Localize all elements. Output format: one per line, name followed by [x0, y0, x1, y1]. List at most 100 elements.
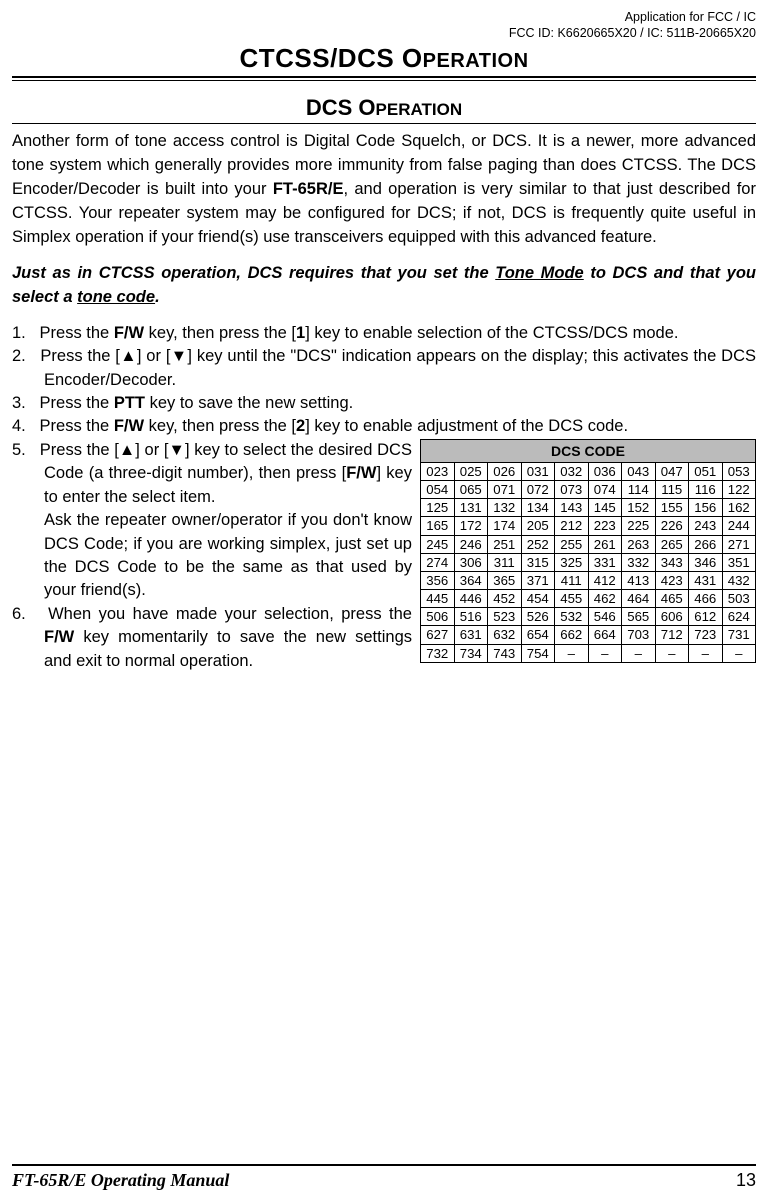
- note-paragraph: Just as in CTCSS operation, DCS requires…: [12, 262, 756, 310]
- t: key momentarily to save the new settings…: [44, 628, 412, 669]
- table-cell: 454: [521, 590, 555, 608]
- table-cell: 452: [488, 590, 522, 608]
- table-cell: 226: [655, 517, 689, 535]
- step-num: 5.: [12, 441, 26, 459]
- table-cell: 225: [622, 517, 656, 535]
- steps-list: 1. Press the F/W key, then press the [1]…: [12, 322, 756, 439]
- page-title: CTCSS/DCS OPERATION: [12, 43, 756, 74]
- table-cell: 754: [521, 644, 555, 662]
- down-icon: ▼: [168, 441, 185, 459]
- table-cell: 565: [622, 608, 656, 626]
- table-cell: 156: [689, 499, 723, 517]
- table-cell: 053: [722, 462, 756, 480]
- table-cell: 145: [588, 499, 622, 517]
- table-cell: 271: [722, 535, 756, 553]
- section-rule: [12, 123, 756, 124]
- footer: FT-65R/E Operating Manual 13: [12, 1164, 756, 1191]
- section-title: DCS OPERATION: [12, 95, 756, 121]
- table-cell: –: [555, 644, 589, 662]
- t: Press the [: [40, 347, 119, 365]
- table-cell: 032: [555, 462, 589, 480]
- page-title-part1: CTCSS/DCS O: [239, 43, 422, 73]
- table-cell: 031: [521, 462, 555, 480]
- step-2: 2. Press the [▲] or [▼] key until the "D…: [12, 345, 756, 392]
- step-num: 1.: [12, 324, 26, 342]
- table-cell: 503: [722, 590, 756, 608]
- t: key, then press the [: [144, 324, 296, 342]
- table-cell: 043: [622, 462, 656, 480]
- page-title-part2: PERATION: [423, 50, 529, 72]
- key-fw: F/W: [114, 324, 144, 342]
- section-title-part1: DCS O: [306, 95, 376, 120]
- table-cell: 212: [555, 517, 589, 535]
- table-cell: 466: [689, 590, 723, 608]
- table-cell: 624: [722, 608, 756, 626]
- step-4: 4. Press the F/W key, then press the [2]…: [12, 415, 756, 438]
- footer-rule: [12, 1164, 756, 1166]
- application-line: Application for FCC / IC: [12, 10, 756, 26]
- table-cell: 143: [555, 499, 589, 517]
- table-cell: 526: [521, 608, 555, 626]
- step-5: 5. Press the [▲] or [▼] key to select th…: [12, 439, 412, 509]
- table-cell: 036: [588, 462, 622, 480]
- dcs-code-table: DCS CODE 0230250260310320360430470510530…: [420, 439, 756, 663]
- table-cell: 263: [622, 535, 656, 553]
- table-cell: 371: [521, 571, 555, 589]
- table-cell: 465: [655, 590, 689, 608]
- table-cell: 265: [655, 535, 689, 553]
- t: Press the [: [40, 441, 119, 459]
- table-cell: 632: [488, 626, 522, 644]
- note-post: .: [155, 288, 160, 306]
- table-cell: 412: [588, 571, 622, 589]
- table-cell: 332: [622, 553, 656, 571]
- table-cell: 072: [521, 481, 555, 499]
- table-cell: 365: [488, 571, 522, 589]
- table-cell: 152: [622, 499, 656, 517]
- table-cell: 246: [454, 535, 488, 553]
- table-row: 445446452454455462464465466503: [421, 590, 756, 608]
- table-cell: 662: [555, 626, 589, 644]
- table-cell: 364: [454, 571, 488, 589]
- table-row: 506516523526532546565606612624: [421, 608, 756, 626]
- step-6: 6. When you have made your selection, pr…: [12, 603, 412, 673]
- table-cell: 346: [689, 553, 723, 571]
- table-cell: 306: [454, 553, 488, 571]
- table-cell: 612: [689, 608, 723, 626]
- table-cell: 205: [521, 517, 555, 535]
- table-cell: 315: [521, 553, 555, 571]
- table-cell: –: [689, 644, 723, 662]
- table-cell: 261: [588, 535, 622, 553]
- table-cell: 165: [421, 517, 455, 535]
- table-cell: 712: [655, 626, 689, 644]
- table-cell: 506: [421, 608, 455, 626]
- key-2: 2: [296, 417, 305, 435]
- step-num: 2.: [12, 347, 26, 365]
- manual-title: FT-65R/E Operating Manual: [12, 1170, 229, 1191]
- table-cell: 343: [655, 553, 689, 571]
- intro-paragraph: Another form of tone access control is D…: [12, 130, 756, 250]
- table-cell: 446: [454, 590, 488, 608]
- table-cell: 162: [722, 499, 756, 517]
- t: ] key to enable adjustment of the DCS co…: [305, 417, 628, 435]
- table-cell: 134: [521, 499, 555, 517]
- table-cell: 743: [488, 644, 522, 662]
- table-cell: 116: [689, 481, 723, 499]
- table-cell: 115: [655, 481, 689, 499]
- t: Press the: [40, 394, 114, 412]
- table-cell: 606: [655, 608, 689, 626]
- header-meta: Application for FCC / IC FCC ID: K662066…: [12, 10, 756, 41]
- key-1: 1: [296, 324, 305, 342]
- t: ] or [: [137, 347, 171, 365]
- table-row: 732734743754––––––: [421, 644, 756, 662]
- table-cell: 631: [454, 626, 488, 644]
- key-ptt: PTT: [114, 394, 145, 412]
- table-cell: 331: [588, 553, 622, 571]
- table-row: 627631632654662664703712723731: [421, 626, 756, 644]
- t: Press the: [40, 324, 114, 342]
- table-cell: 627: [421, 626, 455, 644]
- table-cell: 325: [555, 553, 589, 571]
- step-num: 3.: [12, 394, 26, 412]
- table-cell: 654: [521, 626, 555, 644]
- table-cell: –: [588, 644, 622, 662]
- t: ] or [: [135, 441, 168, 459]
